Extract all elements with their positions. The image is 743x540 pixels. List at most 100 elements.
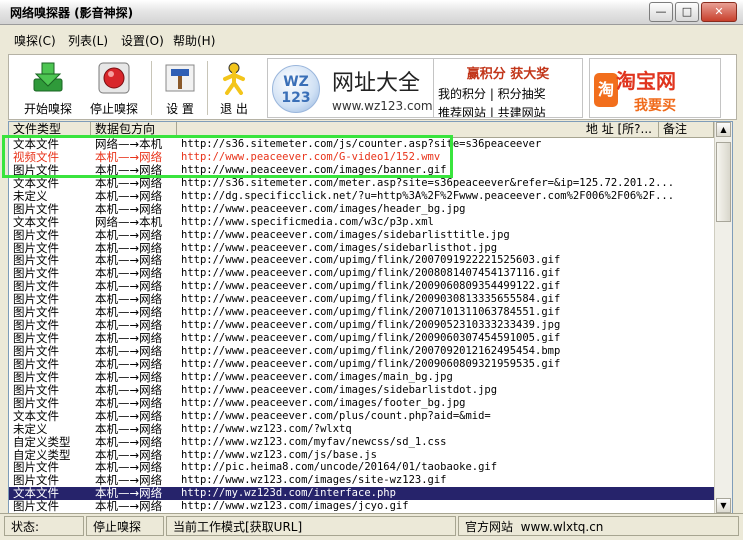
scroll-up-icon[interactable]: ▲	[716, 122, 731, 137]
file-type-cell: 文本文件	[13, 408, 59, 423]
direction-cell: 本机—→网络	[95, 227, 163, 242]
direction-cell: 本机—→网络	[95, 395, 163, 410]
table-row[interactable]: 未定义 本机—→网络 http://www.wz123.com/?wlxtq	[9, 421, 714, 436]
direction-cell: 本机—→网络	[95, 421, 163, 436]
title-bar[interactable]: 网络嗅探器 (影音神探) — □ ✕	[0, 0, 743, 25]
exit-button[interactable]: 退 出	[209, 59, 259, 117]
taobao-title: 淘宝网	[616, 69, 676, 93]
url-cell: http://www.peaceever.com/images/main_bg.…	[181, 370, 453, 383]
table-row[interactable]: 图片文件 本机—→网络 http://www.peaceever.com/image…	[9, 395, 714, 410]
menu-help[interactable]: 帮助(H)	[173, 32, 215, 49]
record-stop-icon	[98, 62, 130, 94]
header-direction[interactable]: 数据包方向	[91, 122, 177, 137]
settings-button[interactable]: 设 置	[155, 59, 205, 117]
header-address[interactable]: 地 址 [所?...	[177, 122, 659, 137]
file-type-cell: 图片文件	[13, 227, 59, 242]
menu-list[interactable]: 列表(L)	[68, 32, 108, 49]
url-cell: http://www.peaceever.com/upimg/flink/200…	[181, 306, 561, 319]
status-site[interactable]: 官方网站 www.wlxtq.cn	[458, 516, 739, 536]
url-cell: http://s36.sitemeter.com/js/counter.asp?…	[181, 138, 542, 150]
points-ad-banner[interactable]: 赢积分 获大奖 我的积分 | 积分抽奖 推荐网站 | 共建网站	[433, 58, 583, 118]
wz123-title: 网址大全	[332, 71, 421, 96]
scroll-down-icon[interactable]: ▼	[716, 498, 731, 513]
table-row[interactable]: 图片文件 本机—→网络 http://www.wz123.com/images/jc…	[9, 500, 714, 513]
start-sniff-button[interactable]: 开始嗅探	[15, 59, 81, 117]
exit-label: 退 出	[220, 102, 248, 116]
status-site-url: www.wlxtq.cn	[520, 520, 604, 534]
direction-cell: 本机—→网络	[95, 162, 163, 177]
points-ad-line-2: 推荐网站 | 共建网站	[438, 106, 546, 118]
url-cell: http://www.peaceever.com/upimg/flink/200…	[181, 267, 561, 280]
menu-sniff[interactable]: 嗅探(C)	[14, 32, 56, 49]
url-cell: http://pic.heima8.com/uncode/20164/01/ta…	[181, 461, 498, 474]
table-row[interactable]: 图片文件 本机—→网络 http://www.peaceever.com/image…	[9, 162, 714, 177]
file-type-cell: 图片文件	[13, 395, 59, 410]
settings-label: 设 置	[166, 102, 194, 116]
table-row[interactable]: 图片文件 本机—→网络 http://www.peaceever.com/upimg…	[9, 345, 714, 358]
direction-cell: 本机—→网络	[95, 408, 163, 423]
wz123-ad-banner[interactable]: WZ 123 网址大全 www.wz123.com	[267, 58, 435, 118]
file-type-cell: 文本文件	[13, 214, 59, 229]
direction-cell: 本机—→网络	[95, 499, 163, 514]
file-type-cell: 图片文件	[13, 162, 59, 177]
table-row[interactable]: 图片文件 本机—→网络 http://www.peaceever.com/image…	[9, 370, 714, 384]
url-cell: http://www.wz123.com/images/jcyo.gif	[181, 500, 409, 513]
packet-list[interactable]: 文件类型 数据包方向 地 址 [所?... 备注 文本文件 网络—→本机 http:…	[8, 121, 733, 514]
menu-bar: 嗅探(C) 列表(L) 设置(O) 帮助(H)	[0, 28, 743, 50]
download-arrow-icon	[33, 62, 63, 92]
list-header: 文件类型 数据包方向 地 址 [所?... 备注	[9, 122, 714, 138]
url-cell: http://www.wz123.com/myfav/newcss/sd_1.c…	[181, 435, 447, 448]
status-bar: 状态: 停止嗅探 当前工作模式[获取URL] 官方网站 www.wlxtq.cn	[0, 513, 743, 540]
url-cell: http://s36.sitemeter.com/meter.asp?site=…	[181, 176, 675, 189]
url-cell: http://www.peaceever.com/images/sidebarl…	[181, 383, 498, 396]
direction-cell: 本机—→网络	[95, 382, 163, 397]
table-row[interactable]: 图片文件 本机—→网络 http://www.peaceever.com/image…	[9, 382, 714, 397]
table-row[interactable]: 文本文件 本机—→网络 http://www.peaceever.com/plus/…	[9, 408, 714, 423]
toolbar: 开始嗅探 停止嗅探 设 置 退 出 WZ 123 网址大全 www.wz123.…	[8, 54, 737, 120]
table-row[interactable]: 文本文件 网络—→本机 http://www.specificmedia.com/w…	[9, 214, 714, 229]
table-row[interactable]: 图片文件 本机—→网络 http://www.peaceever.com/upimg…	[9, 356, 714, 371]
url-cell: http://my.wz123d.com/interface.php	[181, 487, 396, 500]
taobao-ad-banner[interactable]: 淘 淘宝网 我要买	[589, 58, 721, 118]
toolbar-separator	[207, 61, 208, 115]
table-row[interactable]: 图片文件 本机—→网络 http://www.peaceever.com/image…	[9, 227, 714, 242]
app-window: 网络嗅探器 (影音神探) — □ ✕ 嗅探(C) 列表(L) 设置(O) 帮助(…	[0, 0, 743, 540]
url-cell: http://www.peaceever.com/images/sidebarl…	[181, 241, 498, 254]
direction-cell: 本机—→网络	[95, 188, 163, 203]
table-row[interactable]: 未定义 本机—→网络 http://dg.specificclick.net/?u=…	[9, 188, 714, 203]
table-row[interactable]: 文本文件 本机—→网络 http://s36.sitemeter.com/meter…	[9, 176, 714, 190]
stop-sniff-label: 停止嗅探	[89, 102, 138, 116]
direction-cell: 网络—→本机	[95, 214, 163, 229]
header-file-type[interactable]: 文件类型	[9, 122, 91, 137]
header-note[interactable]: 备注	[659, 122, 714, 137]
wz123-url: www.wz123.com	[332, 99, 433, 113]
table-row[interactable]: 图片文件 本机—→网络 http://www.peaceever.com/image…	[9, 202, 714, 216]
table-row[interactable]: 视频文件 本机—→网络 http://www.peaceever.com/G-vid…	[9, 150, 714, 164]
maximize-button[interactable]: □	[675, 2, 699, 22]
table-row[interactable]: 文本文件 网络—→本机 http://s36.sitemeter.com/js/co…	[9, 138, 714, 151]
status-label: 状态:	[4, 516, 84, 536]
vertical-scrollbar[interactable]: ▲ ▼	[714, 122, 732, 513]
url-cell: http://www.peaceever.com/images/sidebarl…	[181, 228, 510, 241]
stop-sniff-button[interactable]: 停止嗅探	[81, 59, 147, 117]
minimize-button[interactable]: —	[649, 2, 673, 22]
file-type-cell: 图片文件	[13, 382, 59, 397]
taobao-bag-icon: 淘	[594, 73, 618, 107]
close-button[interactable]: ✕	[701, 2, 737, 22]
list-rows: 文本文件 网络—→本机 http://s36.sitemeter.com/js/co…	[9, 138, 714, 513]
wz123-logo-text: WZ 123	[281, 74, 311, 106]
url-cell: http://www.peaceever.com/upimg/flink/200…	[181, 293, 561, 306]
direction-cell: 本机—→网络	[95, 356, 163, 371]
url-cell: http://www.specificmedia.com/w3c/p3p.xml	[181, 215, 434, 228]
file-type-cell: 未定义	[13, 421, 48, 436]
url-cell: http://www.wz123.com/js/base.js	[181, 448, 377, 461]
menu-settings[interactable]: 设置(O)	[121, 32, 164, 49]
url-cell: http://www.wz123.com/?wlxtq	[181, 422, 352, 435]
url-cell: http://www.peaceever.com/upimg/flink/200…	[181, 319, 561, 332]
table-row[interactable]: 自定义类型 本机—→网络 http://www.wz123.com/myfav/ne…	[9, 435, 714, 449]
status-site-label: 官方网站	[465, 520, 514, 534]
scroll-thumb[interactable]	[716, 142, 731, 222]
url-cell: http://www.peaceever.com/images/header_b…	[181, 202, 466, 215]
taobao-sub: 我要买	[634, 98, 676, 114]
url-cell: http://www.peaceever.com/G-video1/152.wm…	[181, 150, 441, 163]
